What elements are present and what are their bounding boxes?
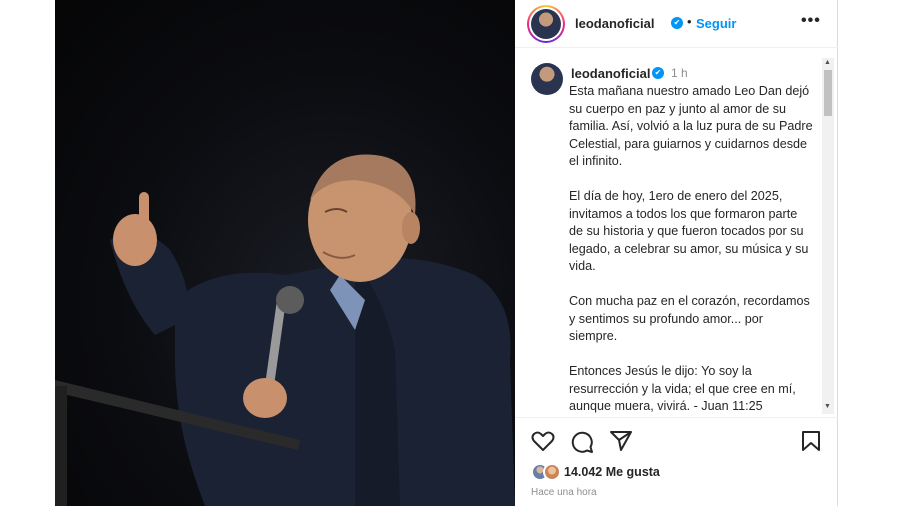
caption-paragraph: Esta mañana nuestro amado Leo Dan dejó s… <box>569 84 813 168</box>
likes-count[interactable]: 14.042 Me gusta <box>564 465 660 479</box>
scroll-up-arrow-icon[interactable]: ▲ <box>824 59 831 66</box>
header-username[interactable]: leodanoficial <box>575 16 654 31</box>
comment-bubble-icon[interactable] <box>570 430 594 454</box>
caption-username[interactable]: leodanoficial <box>571 66 650 81</box>
caption-avatar[interactable] <box>531 63 563 95</box>
caption-text: Esta mañana nuestro amado Leo Dan dejó s… <box>569 83 814 414</box>
caption-paragraph: Entonces Jesús le dijo: Yo soy la resurr… <box>569 364 796 413</box>
caption-paragraph: El día de hoy, 1ero de enero del 2025, i… <box>569 189 809 273</box>
avatar <box>531 9 561 39</box>
follow-button[interactable]: Seguir <box>696 16 736 31</box>
caption-section: leodanoficial ✔ 1 h Esta mañana nuestro … <box>515 54 838 414</box>
caption-paragraph: Con mucha paz en el corazón, recordamos … <box>569 294 810 343</box>
post-photo[interactable] <box>55 0 515 506</box>
post-side-panel: leodanoficial ✔ • Seguir ••• leodanofici… <box>515 0 838 506</box>
caption-timestamp[interactable]: 1 h <box>671 66 688 80</box>
post-age[interactable]: Hace una hora <box>531 487 597 498</box>
heart-icon[interactable] <box>531 430 555 452</box>
story-ring-avatar[interactable] <box>527 5 565 43</box>
verified-badge-icon: ✔ <box>652 67 664 79</box>
liker-avatar <box>543 463 561 481</box>
more-options-button[interactable]: ••• <box>801 12 821 30</box>
paper-plane-icon[interactable] <box>609 430 633 452</box>
verified-badge-icon: ✔ <box>671 17 683 29</box>
bookmark-icon[interactable] <box>801 430 821 452</box>
singer-on-stage-illustration <box>55 154 515 506</box>
post-header: leodanoficial ✔ • Seguir ••• <box>515 0 838 48</box>
separator-dot: • <box>687 14 692 29</box>
action-bar <box>515 417 838 457</box>
scroll-down-arrow-icon[interactable]: ▼ <box>824 403 831 410</box>
scrollbar-thumb[interactable] <box>824 70 832 116</box>
caption-scrollbar[interactable]: ▲ ▼ <box>822 58 834 414</box>
